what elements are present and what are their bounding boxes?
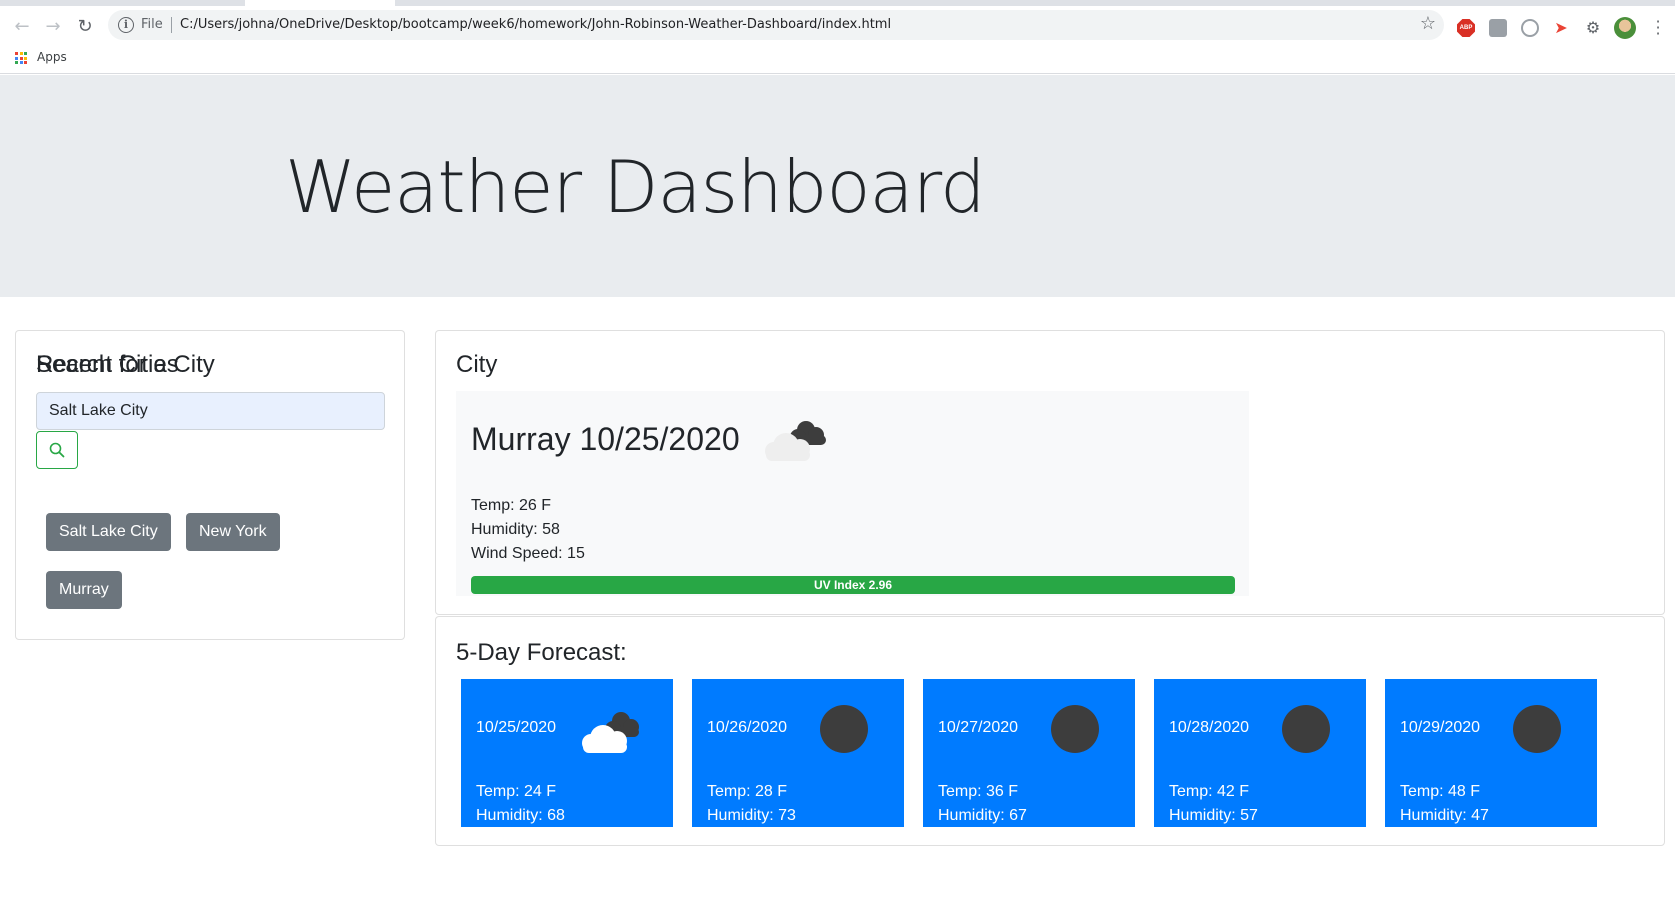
forecast-date: 10/27/2020 bbox=[938, 719, 1019, 736]
forecast-humidity: Humidity: 67 bbox=[938, 807, 1027, 824]
forecast-humidity: Humidity: 68 bbox=[476, 807, 565, 824]
browser-menu-icon[interactable]: · · · bbox=[1655, 14, 1661, 42]
recent-cities-heading: Recent Cities bbox=[36, 351, 179, 378]
forecast-temp: Temp: 36 F bbox=[938, 783, 1019, 800]
browser-toolbar: ← → ↻ i File C:/Users/johna/OneDrive/Des… bbox=[0, 6, 1675, 44]
current-temp: Temp: 26 F bbox=[471, 497, 552, 514]
extension-icon[interactable] bbox=[1489, 19, 1507, 37]
current-weather-panel: City Murray 10/25/2020 Temp: 26 F Humidi… bbox=[435, 330, 1665, 615]
current-wind-speed: Wind Speed: 15 bbox=[471, 545, 585, 562]
city-search-input[interactable] bbox=[36, 392, 385, 430]
extensions-puzzle-icon[interactable]: ⚙ bbox=[1584, 19, 1602, 37]
forecast-day-card: 10/29/2020 Temp: 48 F Humidity: 47 bbox=[1385, 679, 1597, 827]
url-text[interactable]: C:/Users/johna/OneDrive/Desktop/bootcamp… bbox=[180, 17, 891, 32]
reload-icon[interactable]: ↻ bbox=[73, 14, 97, 38]
forecast-temp: Temp: 24 F bbox=[476, 783, 557, 800]
forecast-panel: 5-Day Forecast: 10/25/2020 Temp: 24 F Hu… bbox=[435, 616, 1665, 846]
city-section-title: City bbox=[456, 351, 498, 378]
search-panel: Search for a City Recent Cities Salt Lak… bbox=[15, 330, 405, 640]
recent-city-button[interactable]: Murray bbox=[46, 571, 122, 609]
extension-arrow-icon[interactable]: ➤ bbox=[1552, 19, 1570, 37]
apps-grid-icon[interactable] bbox=[15, 52, 27, 64]
forward-icon[interactable]: → bbox=[41, 14, 65, 38]
current-city-date: Murray 10/25/2020 bbox=[471, 421, 740, 457]
broken-clouds-icon bbox=[765, 421, 826, 461]
forecast-date: 10/28/2020 bbox=[1169, 719, 1250, 736]
clear-night-icon bbox=[1513, 705, 1561, 753]
search-button[interactable] bbox=[36, 431, 78, 469]
search-icon bbox=[49, 442, 65, 458]
forecast-date: 10/29/2020 bbox=[1400, 719, 1481, 736]
bookmark-star-icon[interactable]: ☆ bbox=[1420, 13, 1436, 34]
recent-city-button[interactable]: New York bbox=[186, 513, 280, 551]
url-scheme-label: File bbox=[141, 17, 163, 32]
forecast-day-card: 10/27/2020 Temp: 36 F Humidity: 67 bbox=[923, 679, 1135, 827]
site-info-icon[interactable]: i bbox=[118, 17, 134, 33]
forecast-day-card: 10/26/2020 Temp: 28 F Humidity: 73 bbox=[692, 679, 904, 827]
uv-index-fill: UV Index 2.96 bbox=[471, 576, 1235, 594]
uv-index-bar: UV Index 2.96 bbox=[471, 576, 1235, 594]
forecast-day-card: 10/25/2020 Temp: 24 F Humidity: 68 bbox=[461, 679, 673, 827]
forecast-day-card: 10/28/2020 Temp: 42 F Humidity: 57 bbox=[1154, 679, 1366, 827]
clear-night-icon bbox=[820, 705, 868, 753]
url-separator bbox=[171, 17, 172, 33]
page-title: Weather Dashboard bbox=[285, 145, 986, 229]
clear-night-icon bbox=[1282, 705, 1330, 753]
forecast-temp: Temp: 28 F bbox=[707, 783, 788, 800]
profile-avatar[interactable] bbox=[1614, 17, 1636, 39]
header-banner: Weather Dashboard bbox=[0, 75, 1675, 297]
forecast-humidity: Humidity: 57 bbox=[1169, 807, 1258, 824]
forecast-date: 10/25/2020 bbox=[476, 719, 557, 736]
current-weather-box: Murray 10/25/2020 Temp: 26 F Humidity: 5… bbox=[456, 391, 1249, 596]
address-bar[interactable]: i File C:/Users/johna/OneDrive/Desktop/b… bbox=[108, 10, 1444, 40]
back-icon[interactable]: ← bbox=[10, 14, 34, 38]
clear-night-icon bbox=[1051, 705, 1099, 753]
forecast-humidity: Humidity: 73 bbox=[707, 807, 796, 824]
adblock-extension-icon[interactable]: ABP bbox=[1457, 19, 1475, 37]
forecast-humidity: Humidity: 47 bbox=[1400, 807, 1489, 824]
forecast-date: 10/26/2020 bbox=[707, 719, 788, 736]
forecast-title: 5-Day Forecast: bbox=[456, 639, 627, 666]
current-humidity: Humidity: 58 bbox=[471, 521, 560, 538]
adblock-extension-label: ABP bbox=[1459, 25, 1473, 31]
forecast-temp: Temp: 48 F bbox=[1400, 783, 1481, 800]
extension-circle-icon[interactable] bbox=[1521, 19, 1539, 37]
bookmarks-bar: Apps bbox=[0, 44, 1675, 74]
broken-clouds-icon bbox=[582, 712, 639, 753]
apps-bookmark-label[interactable]: Apps bbox=[37, 50, 67, 64]
forecast-temp: Temp: 42 F bbox=[1169, 783, 1250, 800]
recent-city-button[interactable]: Salt Lake City bbox=[46, 513, 171, 551]
